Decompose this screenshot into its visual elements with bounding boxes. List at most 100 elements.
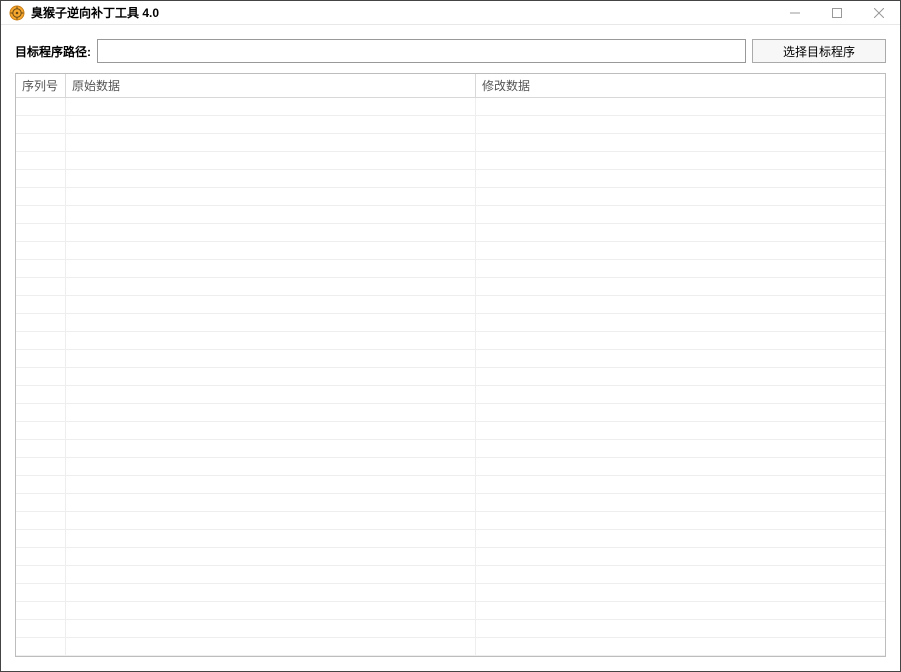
cell-seq bbox=[16, 458, 66, 475]
table-row[interactable] bbox=[16, 188, 885, 206]
table-row[interactable] bbox=[16, 206, 885, 224]
cell-original bbox=[66, 170, 476, 187]
cell-seq bbox=[16, 278, 66, 295]
table-row[interactable] bbox=[16, 602, 885, 620]
table-row[interactable] bbox=[16, 98, 885, 116]
cell-seq bbox=[16, 602, 66, 619]
cell-seq bbox=[16, 134, 66, 151]
app-window: 臭猴子逆向补丁工具 4.0 目标程序路径: 选择目标程序 序列号 bbox=[0, 0, 901, 672]
cell-modified bbox=[476, 422, 885, 439]
cell-original bbox=[66, 530, 476, 547]
cell-original bbox=[66, 188, 476, 205]
cell-seq bbox=[16, 512, 66, 529]
table-row[interactable] bbox=[16, 314, 885, 332]
cell-seq bbox=[16, 206, 66, 223]
cell-seq bbox=[16, 440, 66, 457]
table-row[interactable] bbox=[16, 512, 885, 530]
cell-seq bbox=[16, 404, 66, 421]
table-row[interactable] bbox=[16, 530, 885, 548]
col-sequence[interactable]: 序列号 bbox=[16, 74, 66, 98]
col-modified[interactable]: 修改数据 bbox=[476, 74, 885, 98]
cell-seq bbox=[16, 188, 66, 205]
cell-original bbox=[66, 98, 476, 115]
cell-original bbox=[66, 296, 476, 313]
window-controls bbox=[774, 1, 900, 24]
table-row[interactable] bbox=[16, 350, 885, 368]
table-row[interactable] bbox=[16, 458, 885, 476]
cell-original bbox=[66, 620, 476, 637]
cell-seq bbox=[16, 224, 66, 241]
table-row[interactable] bbox=[16, 440, 885, 458]
cell-modified bbox=[476, 386, 885, 403]
table-row[interactable] bbox=[16, 404, 885, 422]
cell-original bbox=[66, 440, 476, 457]
cell-modified bbox=[476, 368, 885, 385]
cell-modified bbox=[476, 530, 885, 547]
cell-modified bbox=[476, 98, 885, 115]
maximize-button[interactable] bbox=[816, 1, 858, 24]
cell-original bbox=[66, 134, 476, 151]
cell-modified bbox=[476, 548, 885, 565]
cell-seq bbox=[16, 170, 66, 187]
cell-seq bbox=[16, 494, 66, 511]
cell-seq bbox=[16, 620, 66, 637]
table-row[interactable] bbox=[16, 296, 885, 314]
table-row[interactable] bbox=[16, 260, 885, 278]
cell-original bbox=[66, 386, 476, 403]
cell-seq bbox=[16, 116, 66, 133]
cell-original bbox=[66, 458, 476, 475]
cell-original bbox=[66, 404, 476, 421]
table-row[interactable] bbox=[16, 620, 885, 638]
cell-modified bbox=[476, 566, 885, 583]
cell-original bbox=[66, 242, 476, 259]
table-row[interactable] bbox=[16, 242, 885, 260]
col-original[interactable]: 原始数据 bbox=[66, 74, 476, 98]
table-row[interactable] bbox=[16, 116, 885, 134]
cell-modified bbox=[476, 278, 885, 295]
table-row[interactable] bbox=[16, 566, 885, 584]
cell-seq bbox=[16, 548, 66, 565]
cell-original bbox=[66, 602, 476, 619]
close-button[interactable] bbox=[858, 1, 900, 24]
table-row[interactable] bbox=[16, 422, 885, 440]
table-row[interactable] bbox=[16, 584, 885, 602]
table-row[interactable] bbox=[16, 548, 885, 566]
table-row[interactable] bbox=[16, 638, 885, 656]
table-row[interactable] bbox=[16, 386, 885, 404]
table-row[interactable] bbox=[16, 476, 885, 494]
cell-original bbox=[66, 494, 476, 511]
target-path-input[interactable] bbox=[97, 39, 746, 63]
cell-original bbox=[66, 260, 476, 277]
cell-seq bbox=[16, 296, 66, 313]
table-row[interactable] bbox=[16, 278, 885, 296]
table-body[interactable] bbox=[16, 98, 885, 656]
table-row[interactable] bbox=[16, 494, 885, 512]
title-bar[interactable]: 臭猴子逆向补丁工具 4.0 bbox=[1, 1, 900, 25]
cell-modified bbox=[476, 458, 885, 475]
cell-seq bbox=[16, 242, 66, 259]
cell-original bbox=[66, 584, 476, 601]
minimize-button[interactable] bbox=[774, 1, 816, 24]
cell-original bbox=[66, 152, 476, 169]
cell-modified bbox=[476, 188, 885, 205]
app-icon bbox=[9, 5, 25, 21]
cell-modified bbox=[476, 350, 885, 367]
path-label: 目标程序路径: bbox=[15, 43, 91, 60]
table-row[interactable] bbox=[16, 224, 885, 242]
cell-modified bbox=[476, 476, 885, 493]
cell-modified bbox=[476, 116, 885, 133]
select-target-button[interactable]: 选择目标程序 bbox=[752, 39, 886, 63]
table-row[interactable] bbox=[16, 134, 885, 152]
cell-modified bbox=[476, 170, 885, 187]
cell-original bbox=[66, 224, 476, 241]
table-row[interactable] bbox=[16, 170, 885, 188]
cell-seq bbox=[16, 566, 66, 583]
cell-original bbox=[66, 566, 476, 583]
cell-seq bbox=[16, 314, 66, 331]
cell-original bbox=[66, 368, 476, 385]
cell-original bbox=[66, 350, 476, 367]
cell-modified bbox=[476, 224, 885, 241]
table-row[interactable] bbox=[16, 332, 885, 350]
table-row[interactable] bbox=[16, 368, 885, 386]
table-row[interactable] bbox=[16, 152, 885, 170]
